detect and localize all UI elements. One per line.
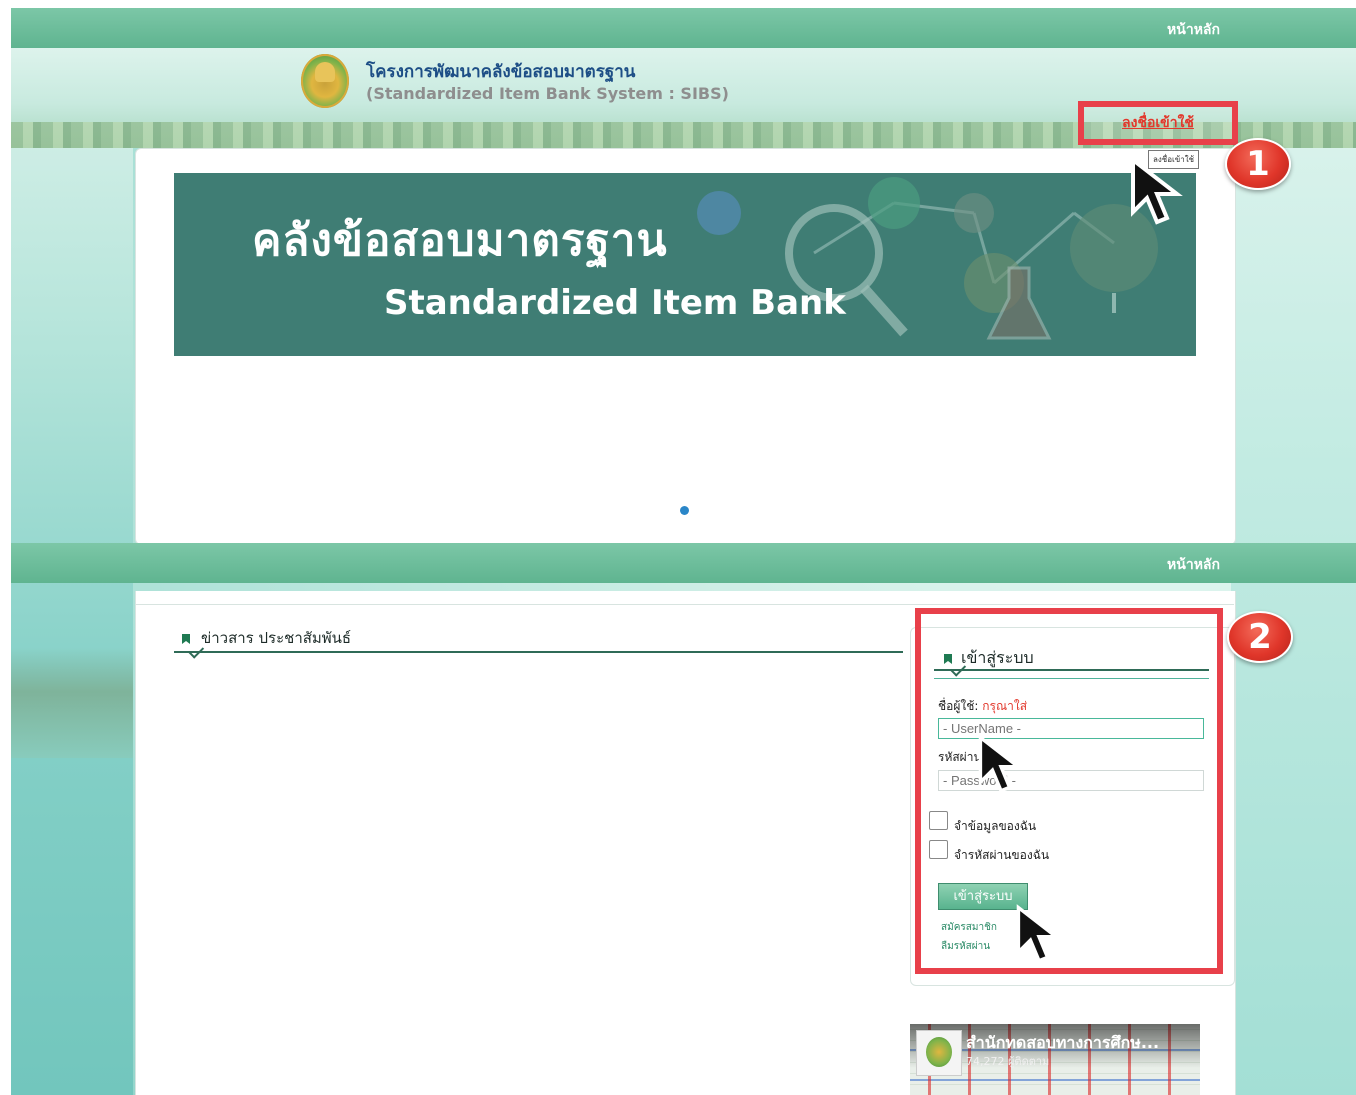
banner-title-th: คลังข้อสอบมาตรฐาน	[252, 215, 668, 266]
facebook-followers: 74,272 ผู้ติดตาม	[966, 1055, 1050, 1068]
step-1-badge: 1	[1225, 138, 1291, 190]
site-title: โครงการพัฒนาคลังข้อสอบมาตรฐาน	[366, 62, 636, 82]
nav-home-link-2[interactable]: หน้าหลัก	[1167, 554, 1220, 576]
username-label: ชื่อผู้ใช้: กรุณาใส่	[938, 697, 1027, 716]
login-title: เข้าสู่ระบบ	[961, 648, 1034, 667]
step-2-badge: 2	[1227, 611, 1293, 663]
cursor-arrow-icon	[978, 734, 1024, 793]
carousel-indicator[interactable]	[680, 506, 689, 515]
news-title-underline	[174, 651, 903, 653]
password-label: รหัสผ่าน	[938, 750, 982, 764]
cursor-arrow-icon	[1131, 156, 1183, 225]
top-nav-bar: หน้าหลัก	[11, 8, 1356, 48]
login-title-underline	[934, 669, 1209, 671]
forest-decoration	[11, 648, 133, 758]
page-avatar	[916, 1030, 962, 1076]
forgot-password-link[interactable]: ลืมรหัสผ่าน	[941, 939, 990, 954]
second-nav-bar: หน้าหลัก	[11, 543, 1356, 583]
page: หน้าหลัก โครงการพัฒนาคลังข้อสอบมาตรฐาน (…	[11, 8, 1356, 1095]
register-link[interactable]: สมัครสมาชิก	[941, 920, 997, 935]
nav-home-link[interactable]: หน้าหลัก	[1167, 19, 1220, 41]
remember-me-label: จำข้อมูลของฉัน	[954, 819, 1037, 833]
username-required-text: กรุณาใส่	[982, 699, 1028, 713]
ministry-logo	[301, 54, 349, 108]
remember-password-checkbox[interactable]	[929, 840, 948, 859]
news-section-title: ข่าวสาร ประชาสัมพันธ์	[201, 629, 352, 647]
remember-me-checkbox[interactable]	[929, 811, 948, 830]
hero-banner: คลังข้อสอบมาตรฐาน Standardized Item Bank	[174, 173, 1196, 356]
login-link[interactable]: ลงชื่อเข้าใช้	[1078, 101, 1238, 145]
cursor-arrow-icon	[1016, 904, 1062, 963]
site-subtitle: (Standardized Item Bank System : SIBS)	[366, 84, 729, 103]
banner-title-en: Standardized Item Bank	[384, 283, 846, 323]
content-divider	[135, 604, 1234, 605]
facebook-page-widget[interactable]: สำนักทดสอบทางการศึกษ... 74,272 ผู้ติดตาม	[910, 1024, 1200, 1095]
username-label-text: ชื่อผู้ใช้:	[938, 699, 979, 713]
login-title-underline-accent	[934, 678, 1209, 679]
remember-password-label: จำรหัสผ่านของฉัน	[954, 848, 1050, 862]
